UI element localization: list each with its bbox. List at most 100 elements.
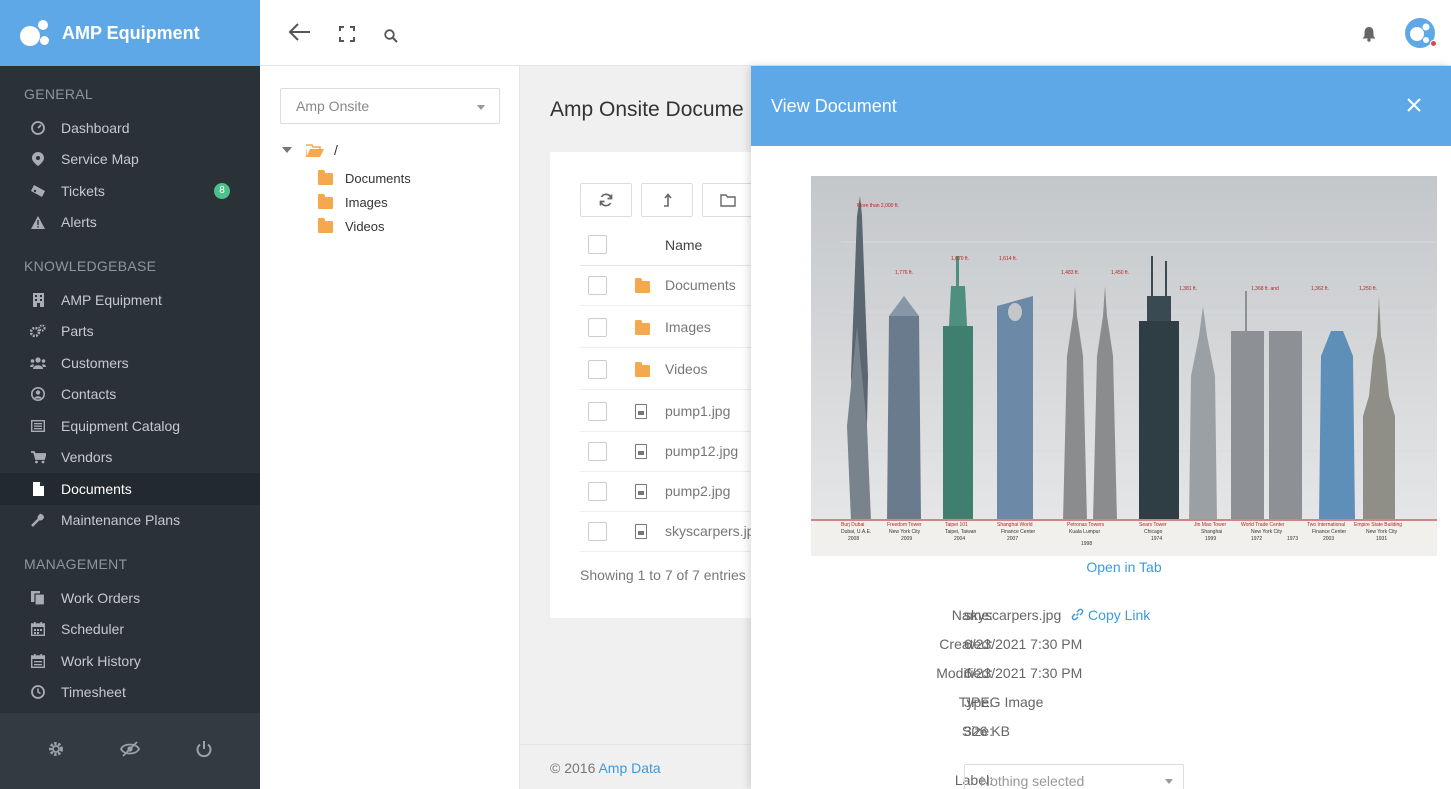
cart-icon — [30, 449, 46, 465]
dashboard-icon — [30, 120, 46, 136]
row-name[interactable]: Images — [665, 319, 711, 335]
svg-text:1931: 1931 — [1376, 536, 1387, 542]
copyright-text: © 2016 — [550, 760, 599, 776]
sidebar-item-contacts[interactable]: Contacts — [0, 379, 260, 411]
svg-text:Taipei 101: Taipei 101 — [945, 522, 968, 528]
row-name[interactable]: pump12.jpg — [665, 443, 738, 459]
label-select-placeholder: Nothing selected — [980, 773, 1085, 789]
image-file-icon — [635, 444, 647, 459]
meta-size-row: Size: 326 KB — [811, 723, 1411, 743]
sidebar-item-work-orders[interactable]: Work Orders — [0, 582, 260, 614]
row-name[interactable]: pump2.jpg — [665, 483, 730, 499]
sidebar-item-label: Contacts — [61, 386, 117, 403]
clock-icon — [30, 684, 46, 700]
brand[interactable]: AMP Equipment — [0, 0, 260, 66]
meta-modified-row: Modified: 6/23/2021 7:30 PM — [811, 665, 1411, 685]
row-name[interactable]: Documents — [665, 277, 736, 293]
row-checkbox[interactable] — [588, 442, 607, 461]
eye-slash-icon[interactable] — [119, 740, 140, 762]
svg-text:Empire State Building: Empire State Building — [1354, 522, 1402, 528]
folder-icon — [635, 278, 650, 293]
copy-link-button[interactable]: Copy Link — [1071, 607, 1150, 623]
sidebar-item-parts[interactable]: Parts — [0, 316, 260, 348]
sidebar-item-vendors[interactable]: Vendors — [0, 442, 260, 474]
power-icon[interactable] — [195, 740, 213, 763]
svg-text:1,483 ft.: 1,483 ft. — [1061, 270, 1079, 276]
level-up-icon — [664, 193, 672, 207]
folder-icon — [635, 320, 650, 335]
sidebar-item-documents[interactable]: Documents — [0, 473, 260, 505]
refresh-button[interactable] — [580, 183, 632, 217]
view-document-drawer: View Document Burj Dubai Freedom Tower T… — [751, 66, 1451, 789]
settings-gear-icon[interactable] — [47, 740, 65, 763]
svg-text:1,368 ft. and: 1,368 ft. and — [1251, 286, 1279, 292]
storage-select[interactable]: Amp Onsite — [280, 88, 500, 124]
type-value: JPEG Image — [964, 694, 1044, 710]
meta-created-row: Created: 6/23/2021 7:30 PM — [811, 636, 1411, 656]
row-checkbox[interactable] — [588, 276, 607, 295]
row-name[interactable]: Videos — [665, 361, 708, 377]
sidebar-item-maintenance-plans[interactable]: Maintenance Plans — [0, 505, 260, 537]
sidebar-item-dashboard[interactable]: Dashboard — [0, 112, 260, 144]
status-dot — [1430, 40, 1437, 47]
svg-text:New York City: New York City — [889, 529, 921, 535]
sidebar-item-tickets[interactable]: Tickets 8 — [0, 175, 260, 207]
row-checkbox[interactable] — [588, 482, 607, 501]
sidebar-item-amp-equipment[interactable]: AMP Equipment — [0, 284, 260, 316]
row-name[interactable]: pump1.jpg — [665, 403, 730, 419]
sidebar-item-label: AMP Equipment — [61, 291, 162, 308]
tree-node-documents[interactable]: Documents — [318, 169, 411, 186]
caret-down-icon[interactable] — [282, 147, 292, 153]
sidebar-item-label: Alerts — [61, 214, 97, 231]
sidebar-item-alerts[interactable]: Alerts — [0, 207, 260, 239]
footer-link[interactable]: Amp Data — [598, 760, 660, 776]
svg-text:Jin Mao Tower: Jin Mao Tower — [1194, 522, 1226, 528]
sidebar-item-label: Work History — [61, 652, 141, 669]
svg-text:1,362 ft.: 1,362 ft. — [1311, 286, 1329, 292]
svg-text:New York City: New York City — [1251, 529, 1283, 535]
sidebar-item-scheduler[interactable]: Scheduler — [0, 614, 260, 646]
chevron-down-icon — [477, 105, 485, 110]
users-icon — [30, 355, 46, 371]
row-name[interactable]: skyscarpers.jp — [665, 523, 754, 539]
row-checkbox[interactable] — [588, 318, 607, 337]
sidebar-item-service-map[interactable]: Service Map — [0, 144, 260, 176]
map-pin-icon — [30, 151, 46, 167]
row-checkbox[interactable] — [588, 522, 607, 541]
document-icon — [30, 481, 46, 497]
gears-icon — [30, 323, 46, 339]
name-value-group: skyscarpers.jpg Copy Link — [964, 607, 1150, 623]
sidebar-item-customers[interactable]: Customers — [0, 347, 260, 379]
folder-icon — [635, 362, 650, 377]
up-level-button[interactable] — [641, 183, 693, 217]
row-checkbox[interactable] — [588, 402, 607, 421]
folder-icon — [318, 193, 333, 209]
bell-icon[interactable] — [1362, 25, 1376, 48]
open-in-tab-link[interactable]: Open in Tab — [811, 559, 1437, 575]
column-header-name[interactable]: Name — [665, 237, 702, 253]
svg-text:Shanghai World: Shanghai World — [997, 522, 1033, 528]
select-all-checkbox[interactable] — [588, 235, 607, 254]
label-select[interactable]: Nothing selected — [964, 764, 1184, 789]
storage-select-value: Amp Onsite — [296, 98, 370, 114]
row-checkbox[interactable] — [588, 360, 607, 379]
sidebar-item-equipment-catalog[interactable]: Equipment Catalog — [0, 410, 260, 442]
close-icon[interactable] — [1407, 92, 1421, 118]
fullscreen-icon[interactable] — [339, 25, 355, 48]
contact-icon — [30, 386, 46, 402]
tree-root-label: / — [334, 142, 338, 158]
tree-root[interactable]: / — [282, 142, 338, 158]
new-folder-button[interactable] — [702, 183, 754, 217]
chevron-down-icon — [1165, 779, 1173, 784]
warning-icon — [30, 214, 46, 230]
svg-text:Finance Center: Finance Center — [1312, 529, 1347, 535]
back-arrow-icon[interactable] — [288, 22, 312, 48]
sidebar-item-work-history[interactable]: Work History — [0, 645, 260, 677]
sidebar-item-timesheet[interactable]: Timesheet — [0, 677, 260, 709]
svg-text:Dubai, U.A.E.: Dubai, U.A.E. — [841, 529, 871, 535]
search-icon[interactable] — [384, 26, 398, 49]
document-preview-image: Burj Dubai Freedom Tower Taipei 101 Shan… — [811, 176, 1437, 556]
page-title: Amp Onsite Docume — [550, 98, 744, 121]
tree-node-images[interactable]: Images — [318, 193, 388, 210]
tree-node-videos[interactable]: Videos — [318, 217, 385, 234]
